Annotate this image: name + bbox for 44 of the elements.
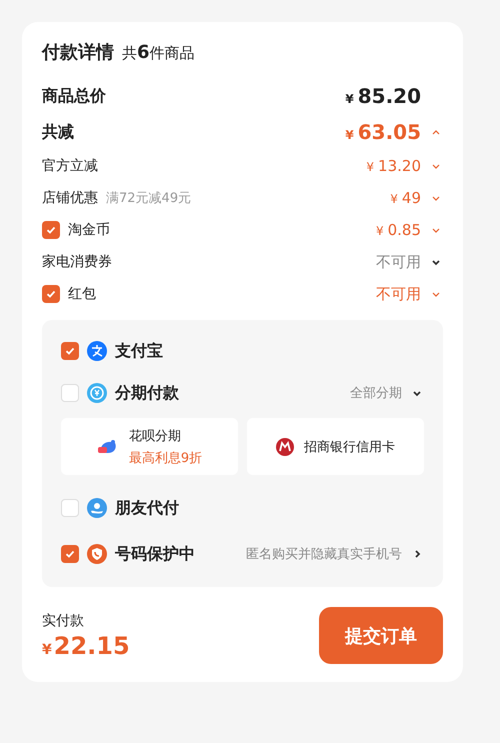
checkbox[interactable]: [61, 499, 79, 517]
discount-note: 满72元减49元: [106, 190, 192, 207]
installment-icon: [87, 383, 107, 403]
payment-method-label: 分期付款: [115, 382, 179, 404]
payment-method-label: 号码保护中: [115, 544, 195, 564]
payment-method-label: 朋友代付: [115, 498, 179, 518]
price-label: 淘金币: [68, 221, 110, 239]
price-label: 商品总价: [42, 86, 106, 106]
price-label: 官方立减: [42, 157, 98, 175]
submit-order-button[interactable]: 提交订单: [319, 607, 443, 664]
plan-subtitle: 最高利息9折: [128, 450, 202, 466]
checkbox[interactable]: [42, 221, 60, 239]
price-label: 家电消费券: [42, 253, 112, 271]
phone-shield-icon: [87, 544, 107, 564]
price-label: 红包: [68, 285, 96, 303]
price-amount: 不可用: [376, 252, 421, 272]
price-label: 共减: [42, 122, 74, 142]
price-amount: ¥ 49: [390, 189, 421, 207]
installment-plan[interactable]: 花呗分期 最高利息9折: [61, 418, 238, 475]
section-title: 付款详情: [42, 41, 114, 64]
check-icon: [45, 224, 57, 236]
payment-method-label: 支付宝: [115, 340, 163, 362]
checkbox[interactable]: [61, 342, 79, 360]
plan-title: 花呗分期: [128, 428, 182, 444]
price-amount: ¥ 85.20: [345, 84, 421, 108]
price-amount: ¥ 13.20: [366, 157, 421, 175]
check-icon: [64, 345, 76, 357]
payment-option[interactable]: 全部分期: [350, 384, 402, 402]
price-label: 店铺优惠: [42, 189, 98, 207]
payment-option[interactable]: 匿名购买并隐藏真实手机号: [246, 545, 402, 563]
price-amount: 不可用: [376, 284, 421, 304]
check-icon: [45, 288, 57, 300]
total-amount: ¥22.15: [42, 632, 130, 660]
checkbox[interactable]: [61, 384, 79, 402]
plan-title: 招商银行信用卡: [304, 438, 395, 456]
total-label: 实付款: [42, 612, 85, 630]
price-amount: ¥ 63.05: [345, 120, 421, 144]
checkbox[interactable]: [42, 285, 60, 303]
bank-logo-icon: [276, 438, 294, 456]
check-icon: [64, 548, 76, 560]
price-amount: ¥ 0.85: [376, 221, 421, 239]
checkbox[interactable]: [61, 545, 79, 563]
item-count: 共6件商品: [122, 42, 195, 63]
installment-plan[interactable]: 招商银行信用卡: [247, 418, 424, 475]
